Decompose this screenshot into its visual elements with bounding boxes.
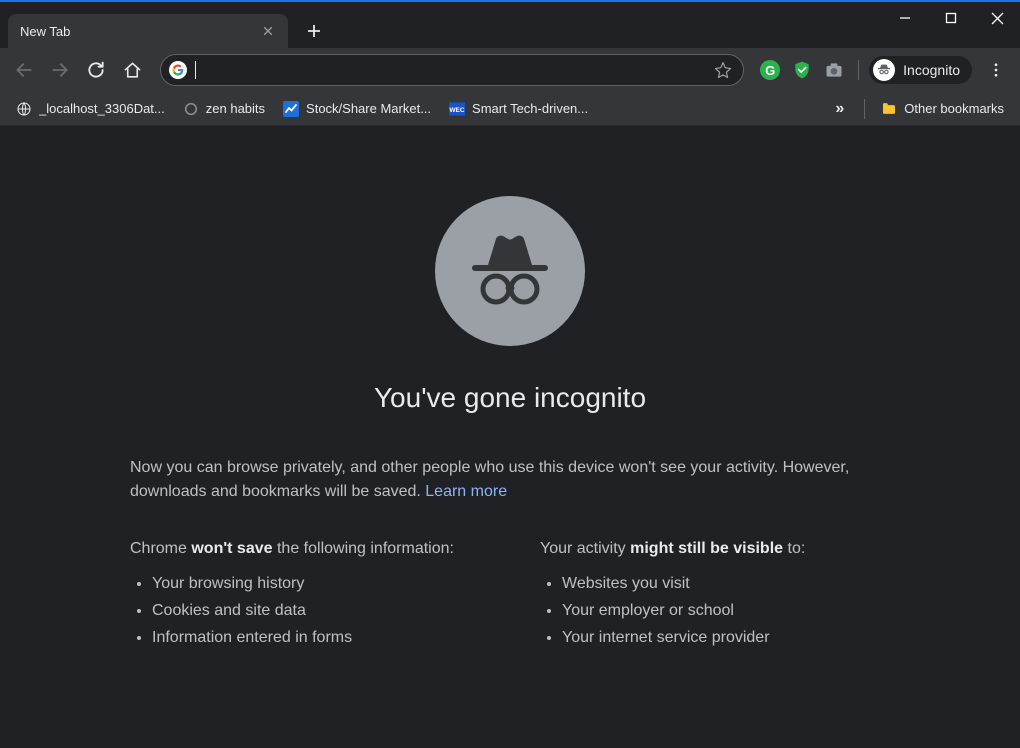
other-bookmarks-label: Other bookmarks: [904, 101, 1004, 116]
bookmark-label: _localhost_3306Dat...: [39, 101, 165, 116]
list-item: Information entered in forms: [152, 624, 480, 651]
bookmark-label: Smart Tech-driven...: [472, 101, 588, 116]
bookmark-item[interactable]: _localhost_3306Dat...: [10, 97, 171, 121]
extension-camera-icon[interactable]: [820, 56, 848, 84]
browser-tab[interactable]: New Tab: [8, 14, 288, 48]
svg-text:WEC: WEC: [449, 106, 465, 113]
bookmarks-bar: _localhost_3306Dat... zen habits Stock/S…: [0, 92, 1020, 126]
column-heading: Chrome won't save the following informat…: [130, 540, 480, 558]
toolbar: G Incognito: [0, 48, 1020, 92]
bookmark-separator: [864, 99, 865, 119]
page-content: You've gone incognito Now you can browse…: [0, 126, 1020, 652]
address-bar[interactable]: [160, 54, 744, 86]
address-input[interactable]: [196, 62, 711, 78]
bookmark-item[interactable]: zen habits: [177, 97, 271, 121]
toolbar-separator: [858, 60, 859, 80]
bookmark-label: zen habits: [206, 101, 265, 116]
new-tab-button[interactable]: [300, 17, 328, 45]
incognito-icon: [873, 59, 895, 81]
browser-menu-button[interactable]: [980, 54, 1012, 86]
extension-grammarly-icon[interactable]: G: [756, 56, 784, 84]
wont-save-column: Chrome won't save the following informat…: [130, 540, 480, 652]
chart-icon: [283, 101, 299, 117]
folder-icon: [881, 101, 897, 117]
reload-button[interactable]: [80, 54, 112, 86]
globe-icon: [16, 101, 32, 117]
tab-title: New Tab: [20, 24, 260, 39]
other-bookmarks-button[interactable]: Other bookmarks: [875, 97, 1010, 121]
bookmark-item[interactable]: Stock/Share Market...: [277, 97, 437, 121]
bookmark-item[interactable]: WEC Smart Tech-driven...: [443, 97, 594, 121]
window-controls: [882, 2, 1020, 38]
incognito-indicator[interactable]: Incognito: [869, 56, 972, 84]
incognito-hero-icon: [435, 196, 585, 346]
extension-shield-icon[interactable]: [788, 56, 816, 84]
intro-text: Now you can browse privately, and other …: [130, 456, 890, 504]
google-search-icon: [169, 61, 187, 79]
bookmark-label: Stock/Share Market...: [306, 101, 431, 116]
list-item: Your internet service provider: [562, 624, 890, 651]
list-item: Websites you visit: [562, 570, 890, 597]
page-title: You've gone incognito: [374, 382, 646, 414]
titlebar: New Tab: [0, 2, 1020, 48]
minimize-button[interactable]: [882, 2, 928, 34]
learn-more-link[interactable]: Learn more: [425, 483, 507, 500]
list-item: Your employer or school: [562, 597, 890, 624]
list-item: Your browsing history: [152, 570, 480, 597]
bookmark-star-icon[interactable]: [711, 58, 735, 82]
forward-button[interactable]: [44, 54, 76, 86]
home-button[interactable]: [116, 54, 148, 86]
close-tab-icon[interactable]: [260, 23, 276, 39]
wec-icon: WEC: [449, 101, 465, 117]
back-button[interactable]: [8, 54, 40, 86]
column-heading: Your activity might still be visible to:: [540, 540, 890, 558]
circle-icon: [183, 101, 199, 117]
visible-to-column: Your activity might still be visible to:…: [540, 540, 890, 652]
list-item: Cookies and site data: [152, 597, 480, 624]
maximize-button[interactable]: [928, 2, 974, 34]
close-window-button[interactable]: [974, 2, 1020, 34]
incognito-label: Incognito: [903, 62, 960, 78]
bookmarks-overflow-button[interactable]: »: [825, 100, 854, 118]
